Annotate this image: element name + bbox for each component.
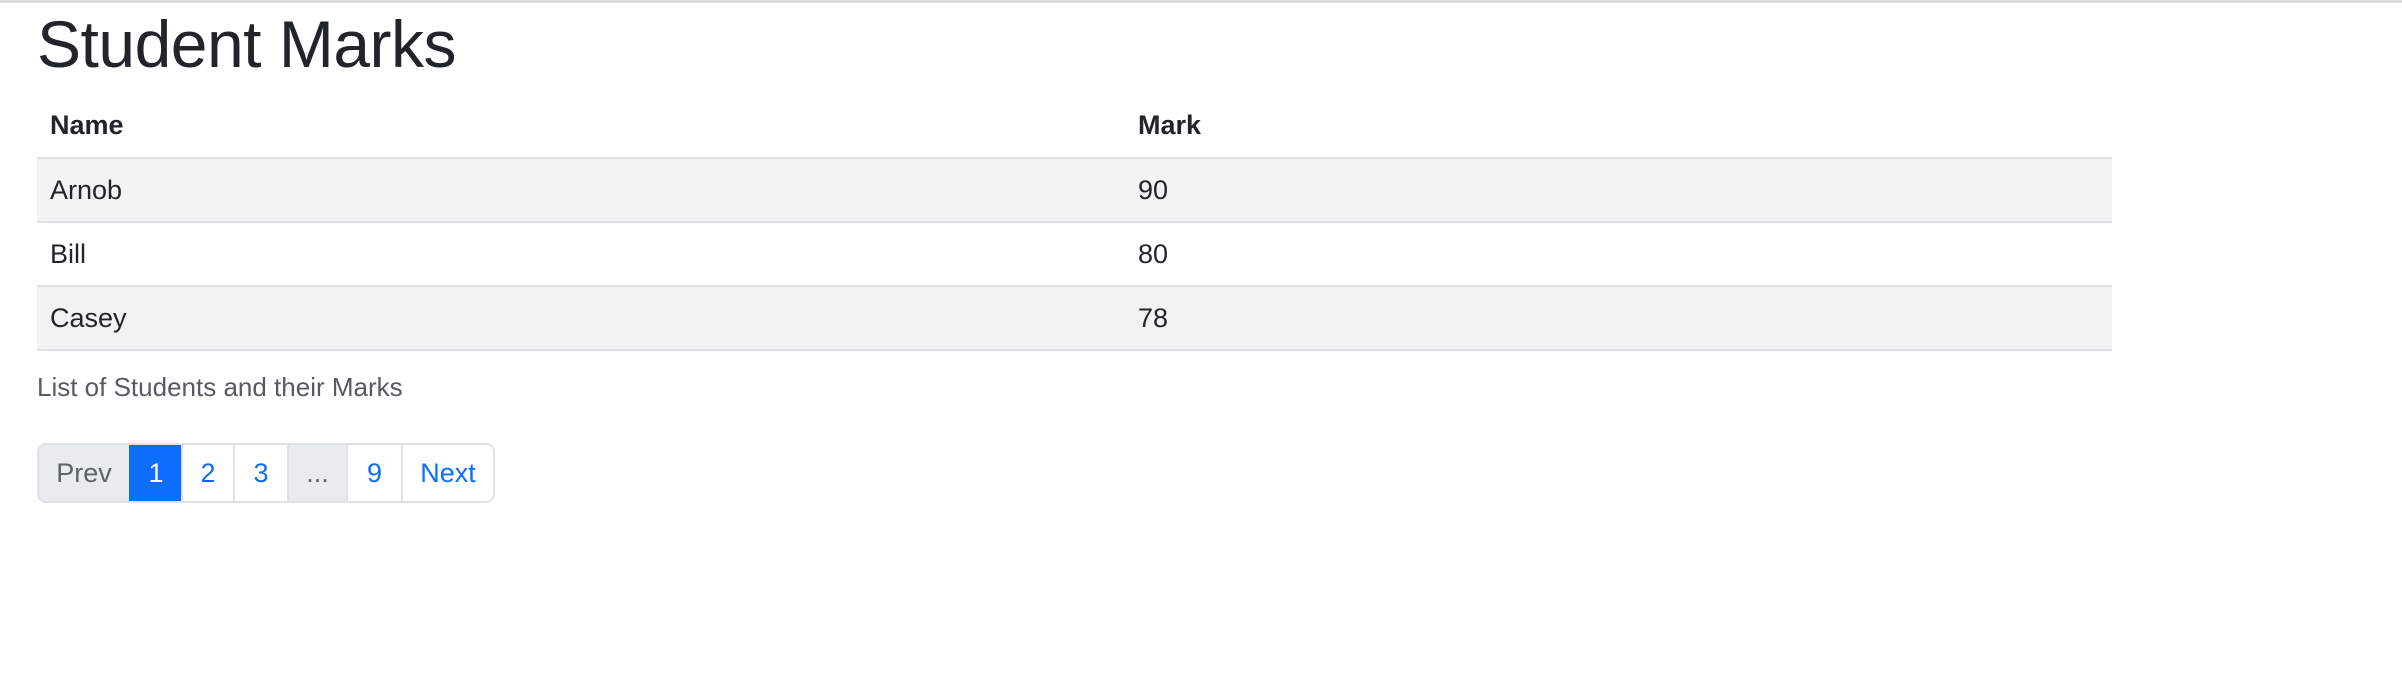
table-body: Arnob 90 Bill 80 Casey 78 — [37, 158, 2112, 351]
pagination: Prev 1 2 3 ... 9 Next — [37, 443, 495, 503]
cell-mark: 80 — [1125, 222, 2112, 287]
table-header: Name Mark — [37, 94, 2112, 159]
pagination-page-3[interactable]: 3 — [233, 445, 287, 501]
top-divider — [0, 0, 2402, 3]
student-marks-table: Name Mark Arnob 90 Bill 80 Casey 78 — [37, 94, 2112, 351]
table-row: Arnob 90 — [37, 158, 2112, 223]
pagination-prev-button: Prev — [39, 445, 129, 501]
table-row: Bill 80 — [37, 222, 2112, 287]
page-title: Student Marks — [37, 7, 457, 81]
pagination-page-1[interactable]: 1 — [129, 445, 181, 501]
pagination-ellipsis: ... — [287, 445, 346, 501]
cell-name: Arnob — [37, 158, 1125, 223]
cell-mark: 90 — [1125, 158, 2112, 223]
pagination-page-9[interactable]: 9 — [346, 445, 401, 501]
cell-mark: 78 — [1125, 286, 2112, 351]
column-header-mark: Mark — [1125, 94, 2112, 159]
table-header-row: Name Mark — [37, 94, 2112, 159]
pagination-page-2[interactable]: 2 — [181, 445, 233, 501]
column-header-name: Name — [37, 94, 1125, 159]
pagination-next-button[interactable]: Next — [401, 445, 493, 501]
table-row: Casey 78 — [37, 286, 2112, 351]
cell-name: Casey — [37, 286, 1125, 351]
table-caption: List of Students and their Marks — [37, 372, 403, 402]
cell-name: Bill — [37, 222, 1125, 287]
